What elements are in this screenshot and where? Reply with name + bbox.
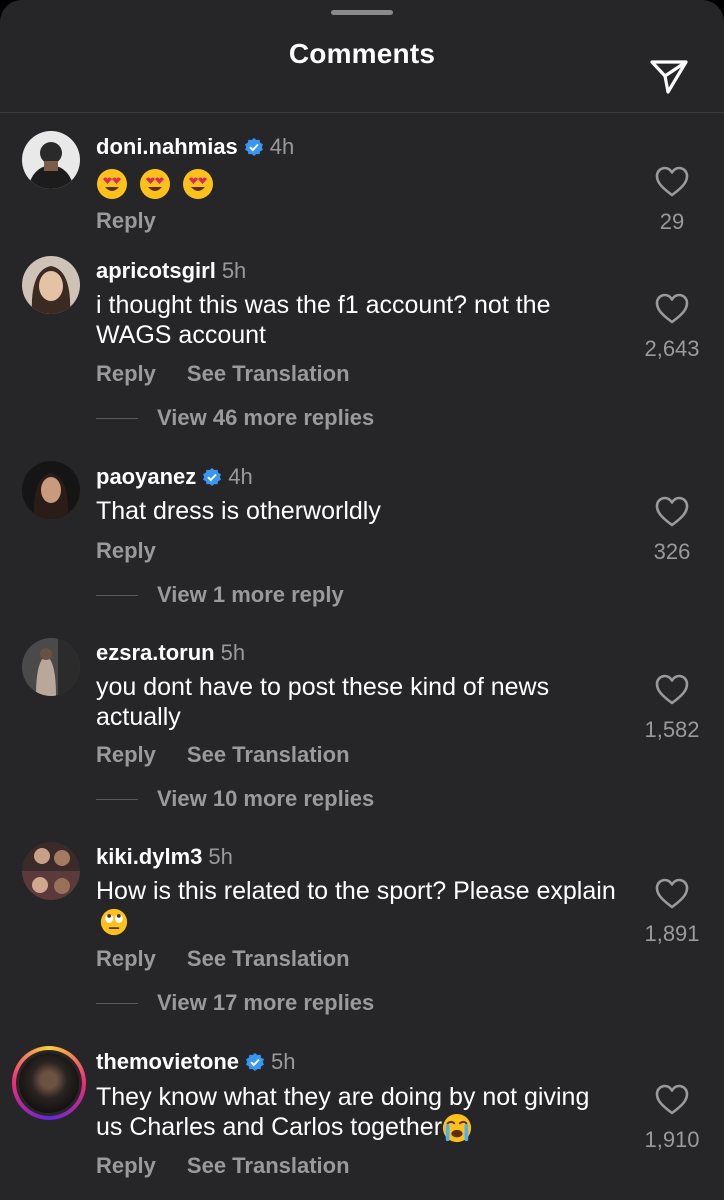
heart-eyes-emoji-icon	[97, 169, 127, 200]
like-count: 29	[659, 209, 685, 234]
header-divider	[0, 112, 724, 113]
crying-emoji-icon	[442, 1114, 472, 1143]
replies-divider	[96, 417, 138, 419]
comment-meta: paoyanez 4h	[96, 464, 253, 490]
view-replies-button[interactable]: View 10 more replies	[96, 786, 374, 812]
like-control: 2,643	[630, 293, 714, 362]
username[interactable]: paoyanez	[96, 464, 196, 490]
avatar[interactable]	[22, 842, 80, 900]
like-control: 1,910	[630, 1084, 714, 1153]
avatar	[19, 1053, 79, 1113]
timestamp: 5h	[271, 1049, 296, 1074]
comment-text: How is this related to the sport? Please…	[96, 876, 616, 936]
username[interactable]: doni.nahmias	[96, 134, 238, 160]
comment-text: i thought this was the f1 account? not t…	[96, 291, 551, 349]
like-count: 1,891	[644, 921, 700, 946]
heart-icon[interactable]	[655, 674, 689, 706]
reply-button[interactable]: Reply	[96, 1153, 156, 1179]
like-control: 1,891	[630, 878, 714, 947]
replies-divider	[96, 798, 138, 800]
like-count: 2,643	[644, 336, 700, 361]
comment-actions: Reply	[96, 538, 156, 564]
verified-badge-icon	[244, 138, 263, 156]
see-translation-button[interactable]: See Translation	[187, 742, 350, 768]
avatar-story-ring[interactable]	[12, 1046, 86, 1120]
comment-actions: Reply See Translation	[96, 1153, 350, 1179]
replies-divider	[96, 594, 138, 596]
story-ring-gap	[16, 1050, 82, 1116]
comment-actions: Reply See Translation	[96, 742, 350, 768]
timestamp: 5h	[221, 258, 247, 283]
heart-icon[interactable]	[655, 1084, 689, 1116]
sheet-grabber[interactable]	[331, 10, 393, 15]
timestamp: 5h	[208, 844, 233, 869]
reply-button[interactable]: Reply	[96, 538, 156, 564]
comments-sheet: Comments doni.nahmias 4h Reply 29 aprico…	[0, 0, 724, 1200]
avatar[interactable]	[22, 461, 80, 519]
username[interactable]: kiki.dylm3	[96, 844, 202, 870]
heart-icon[interactable]	[655, 496, 689, 528]
comment-text: That dress is otherworldly	[96, 497, 381, 525]
eye-roll-emoji-icon	[100, 909, 128, 936]
view-replies-label: View 46 more replies	[157, 405, 375, 430]
like-control: 1,582	[630, 674, 714, 743]
comment-text: They know what they are doing by not giv…	[96, 1082, 616, 1143]
send-icon[interactable]	[648, 54, 690, 96]
view-replies-button[interactable]: View 17 more replies	[96, 990, 374, 1016]
heart-eyes-emoji-icon	[182, 169, 213, 200]
view-replies-label: View 10 more replies	[157, 786, 375, 811]
comment-actions: Reply See Translation	[96, 361, 350, 387]
like-count: 326	[653, 539, 691, 564]
view-replies-label: View 17 more replies	[157, 990, 375, 1015]
comment-meta: themovietone 5h	[96, 1049, 296, 1075]
username[interactable]: ezsra.torun	[96, 640, 215, 666]
heart-icon[interactable]	[655, 293, 689, 325]
see-translation-button[interactable]: See Translation	[187, 946, 350, 972]
comment-meta: doni.nahmias 4h	[96, 134, 294, 160]
comment-meta: apricotsgirl 5h	[96, 258, 246, 284]
view-replies-button[interactable]: View 46 more replies	[96, 405, 374, 431]
reply-button[interactable]: Reply	[96, 208, 156, 234]
username[interactable]: themovietone	[96, 1049, 239, 1075]
page-title: Comments	[288, 38, 436, 69]
see-translation-button[interactable]: See Translation	[187, 361, 350, 387]
timestamp: 4h	[269, 134, 295, 159]
comment-actions: Reply See Translation	[96, 946, 350, 972]
view-replies-button[interactable]: View 1 more reply	[96, 582, 344, 608]
reply-button[interactable]: Reply	[96, 946, 156, 972]
replies-divider	[96, 1002, 138, 1004]
timestamp: 5h	[220, 640, 246, 665]
heart-icon[interactable]	[655, 166, 689, 198]
reply-button[interactable]: Reply	[96, 361, 156, 387]
comment-text: you dont have to post these kind of news…	[96, 673, 550, 731]
comment-meta: kiki.dylm3 5h	[96, 844, 233, 870]
verified-badge-icon	[203, 468, 222, 486]
avatar[interactable]	[22, 638, 80, 696]
comment-emoji-line	[96, 168, 616, 200]
heart-icon[interactable]	[655, 878, 689, 910]
like-control: 326	[630, 496, 714, 565]
avatar[interactable]	[22, 256, 80, 314]
timestamp: 4h	[228, 464, 253, 489]
like-count: 1,910	[644, 1127, 700, 1152]
verified-badge-icon	[246, 1053, 265, 1071]
comment-meta: ezsra.torun 5h	[96, 640, 245, 666]
like-count: 1,582	[644, 717, 700, 742]
avatar[interactable]	[22, 131, 80, 189]
comments-header: Comments	[0, 20, 724, 112]
like-control: 29	[630, 166, 714, 235]
username[interactable]: apricotsgirl	[96, 258, 216, 284]
comment-text-content: How is this related to the sport? Please…	[96, 877, 616, 905]
see-translation-button[interactable]: See Translation	[187, 1153, 350, 1179]
view-replies-label: View 1 more reply	[157, 582, 344, 607]
comment-text-content: They know what they are doing by not giv…	[96, 1083, 590, 1141]
comment-actions: Reply	[96, 208, 156, 234]
reply-button[interactable]: Reply	[96, 742, 156, 768]
heart-eyes-emoji-icon	[139, 169, 170, 200]
